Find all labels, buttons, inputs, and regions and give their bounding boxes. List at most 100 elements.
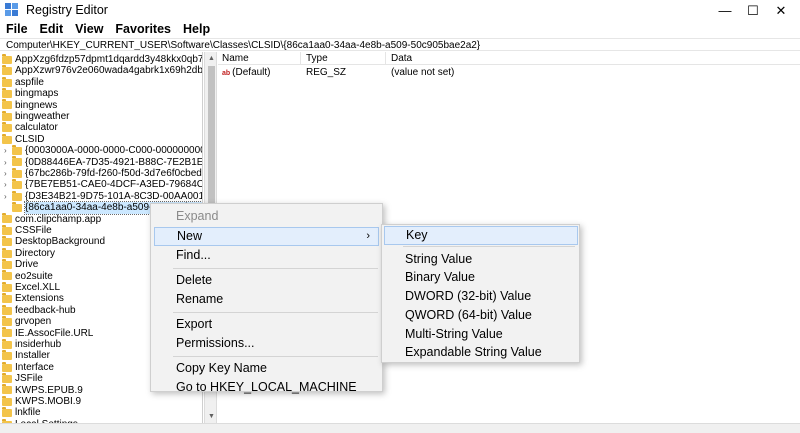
tree-node[interactable]: bingweather [2,110,69,123]
tree-node[interactable]: AppXzwr976v2e060wada4gabrk1x69h2dbwy [2,65,203,77]
tree-node[interactable]: grvopen [2,315,52,328]
tree-node[interactable]: Excel.XLL [2,281,60,294]
menu-help[interactable]: Help [177,21,216,38]
context-menu-item[interactable]: Go to HKEY_LOCAL_MACHINE [154,378,379,397]
expand-arrow-icon[interactable]: › [4,145,10,157]
tree-node[interactable]: feedback-hub [2,304,76,317]
folder-icon [2,110,12,121]
tree-node-label: feedback-hub [15,304,76,316]
address-bar[interactable]: Computer\HKEY_CURRENT_USER\Software\Clas… [0,38,800,51]
tree-node[interactable]: Interface [2,361,54,374]
submenu-item-label: Expandable String Value [405,345,542,360]
folder-icon [12,144,22,155]
tree-node[interactable]: bingmaps [2,87,59,100]
folder-icon [2,395,12,406]
folder-icon [2,258,12,269]
close-icon: ✕ [775,2,787,18]
folder-icon [2,361,12,372]
tree-node[interactable]: IE.AssocFile.URL [2,327,93,340]
context-menu-item[interactable]: Delete [154,271,379,290]
title-bar: Registry Editor — ☐ ✕ [0,0,800,21]
tree-node[interactable]: Drive [2,258,38,271]
expand-arrow-icon[interactable]: › [4,179,10,191]
tree-node-label: Interface [15,361,54,373]
column-data[interactable]: Data [387,52,587,65]
scroll-up-icon[interactable]: ▲ [207,54,216,63]
tree-node[interactable]: eo2suite [2,270,53,283]
menu-favorites[interactable]: Favorites [109,21,177,38]
tree-node[interactable]: lnkfile [2,407,41,419]
tree-node[interactable]: CLSID [2,133,44,146]
close-button[interactable]: ✕ [768,0,794,21]
tree-node[interactable]: › {D3E34B21-9D75-101A-8C3D-00AA001A1652} [4,190,202,203]
tree-node-label: grvopen [15,316,52,328]
tree-node[interactable]: KWPS.EPUB.9 [2,384,83,397]
tree-node-label: eo2suite [15,270,53,282]
folder-icon [12,201,22,212]
folder-icon [12,167,22,178]
expand-arrow-icon[interactable]: › [4,191,10,203]
tree-node[interactable]: KWPS.MOBI.9 [2,395,81,408]
tree-node[interactable]: Directory [2,247,55,260]
context-menu-item[interactable]: Rename [154,290,379,309]
submenu-item[interactable]: Expandable String Value [384,343,578,362]
folder-icon [2,350,12,361]
submenu-item[interactable]: Key [384,226,578,245]
tree-node[interactable]: com.clipchamp.app [2,213,101,226]
menu-separator [173,311,378,313]
menu-edit[interactable]: Edit [34,21,70,38]
folder-icon [2,293,12,304]
tree-node-label: {67bc286b-79fd-f260-f50d-3d7e6f0cbed8} [25,168,203,179]
tree-node-label: bingmaps [15,88,59,100]
tree-node[interactable]: › {0003000A-0000-0000-C000-000000000046} [4,144,202,157]
context-menu-item[interactable]: New › [154,226,379,246]
submenu-item[interactable]: String Value [384,250,578,269]
tree-node-label: Extensions [15,293,64,305]
expand-arrow-icon[interactable]: › [4,157,10,169]
menu-view[interactable]: View [69,21,109,38]
submenu-item[interactable]: DWORD (32-bit) Value [384,287,578,306]
submenu-item[interactable]: Binary Value [384,268,578,287]
column-name[interactable]: Name [218,52,301,65]
tree-node[interactable]: bingnews [2,99,57,112]
minimize-button[interactable]: — [712,0,738,21]
folder-icon [2,53,12,64]
context-menu-item-label: Copy Key Name [176,360,268,375]
values-header: Name Type Data [218,52,800,65]
scroll-down-icon[interactable]: ▼ [207,412,216,421]
context-menu-item[interactable]: Copy Key Name [154,359,379,378]
tree-node[interactable]: AppXzg6fdzp57dpmt1dqardd3y48kkx0qb78 [2,53,203,66]
tree-node[interactable]: DesktopBackground [2,236,105,248]
tree-node[interactable]: calculator [2,122,58,134]
context-menu-item[interactable]: Find... [154,246,379,265]
tree-node[interactable]: › {0D88446EA-7D35-4921-B88C-7E2B1E2D80F0} [4,156,202,169]
horizontal-scrollbar[interactable] [0,423,800,433]
context-menu-item[interactable]: Export [154,315,379,334]
submenu-item-label: Key [406,228,428,242]
maximize-button[interactable]: ☐ [740,0,766,21]
folder-icon [2,338,12,349]
menu-file[interactable]: File [0,21,34,38]
submenu-item[interactable]: QWORD (64-bit) Value [384,306,578,325]
tree-node[interactable]: CSSFile [2,224,52,237]
tree-node[interactable]: JSFile [2,372,43,385]
column-type[interactable]: Type [302,52,386,65]
folder-icon [2,122,12,133]
value-row[interactable]: ab (Default) REG_SZ (value not set) [218,66,800,79]
tree-node[interactable]: insiderhub [2,338,62,351]
context-menu-item[interactable]: Permissions... [154,334,379,353]
tree-node[interactable]: aspfile [2,76,44,89]
tree-node-label: AppXzg6fdzp57dpmt1dqardd3y48kkx0qb78 [15,54,203,65]
tree-node-label: {7BE7EB51-CAE0-4DCF-A3ED-79684C557D26} [25,179,202,191]
tree-node[interactable]: › {7BE7EB51-CAE0-4DCF-A3ED-79684C557D26} [4,179,202,191]
maximize-icon: ☐ [747,2,759,18]
tree-node[interactable]: › {67bc286b-79fd-f260-f50d-3d7e6f0cbed8} [4,167,203,180]
submenu-item[interactable]: Multi-String Value [384,325,578,344]
submenu-item-label: Multi-String Value [405,326,503,341]
scroll-thumb[interactable] [208,66,215,226]
tree-node[interactable]: Installer [2,350,50,362]
tree-node-label: AppXzwr976v2e060wada4gabrk1x69h2dbwy [15,65,203,77]
tree-node-label: insiderhub [15,339,62,350]
expand-arrow-icon[interactable]: › [4,168,10,180]
tree-node[interactable]: Extensions [2,293,64,305]
